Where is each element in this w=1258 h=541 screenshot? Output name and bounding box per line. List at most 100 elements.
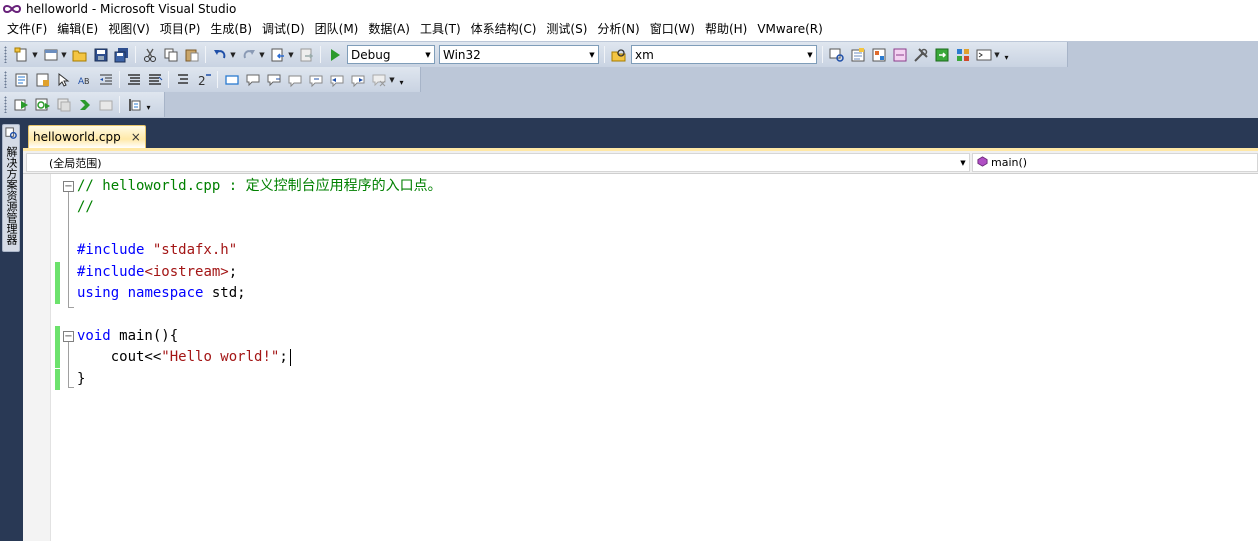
build-project-icon[interactable] (75, 95, 94, 114)
chevron-down-icon[interactable]: ▼ (288, 45, 294, 64)
code-line[interactable]: void main(){ (77, 326, 178, 347)
find-input[interactable]: xm ▼ (631, 45, 817, 64)
build-solution-icon[interactable] (12, 95, 31, 114)
scope-select[interactable]: (全局范围) ▼ (26, 153, 970, 172)
display-parameter-info-icon[interactable] (33, 70, 52, 89)
menu-file[interactable]: 文件(F) (2, 18, 52, 40)
previous-bookmark-in-folder-icon[interactable] (285, 70, 304, 89)
build-configuration-icon[interactable] (124, 95, 143, 114)
find-input-value: xm (635, 47, 654, 62)
menu-help[interactable]: 帮助(H) (700, 18, 752, 40)
toolbar-grip[interactable] (4, 46, 7, 63)
navigate-forward-icon[interactable] (297, 45, 316, 64)
start-page-icon[interactable] (932, 45, 951, 64)
code-line[interactable]: #include<iostream>; (77, 262, 237, 283)
tools-settings-icon[interactable] (911, 45, 930, 64)
toolbar-overflow-icon[interactable]: ▾ (1002, 45, 1011, 64)
comment-bubble-icon[interactable] (243, 70, 262, 89)
close-icon[interactable]: × (131, 130, 141, 144)
toolbar-grip[interactable] (4, 71, 7, 88)
menu-window[interactable]: 窗口(W) (645, 18, 700, 40)
menu-edit[interactable]: 编辑(E) (52, 18, 103, 40)
menu-architecture[interactable]: 体系结构(C) (466, 18, 542, 40)
menu-tools[interactable]: 工具(T) (415, 18, 466, 40)
toolbox-icon[interactable] (890, 45, 909, 64)
decrease-indent-icon[interactable] (96, 70, 115, 89)
menu-project[interactable]: 项目(P) (155, 18, 206, 40)
menu-build[interactable]: 生成(B) (205, 18, 257, 40)
chevron-down-icon[interactable]: ▼ (994, 45, 1000, 64)
solution-explorer-icon[interactable] (827, 45, 846, 64)
start-debugging-icon[interactable] (325, 45, 344, 64)
previous-bookmark-in-document-icon[interactable] (327, 70, 346, 89)
menu-bar: 文件(F) 编辑(E) 视图(V) 项目(P) 生成(B) 调试(D) 团队(M… (0, 17, 1258, 41)
member-select[interactable]: main() (972, 153, 1258, 172)
code-line[interactable]: using namespace std; (77, 283, 246, 304)
menu-test[interactable]: 测试(S) (541, 18, 592, 40)
document-tab-helloworld[interactable]: helloworld.cpp × (28, 125, 146, 148)
next-bookmark-in-folder-icon[interactable] (306, 70, 325, 89)
clear-bookmarks-icon[interactable] (369, 70, 388, 89)
rebuild-solution-icon[interactable] (33, 95, 52, 114)
cancel-build-icon[interactable] (96, 95, 115, 114)
toggle-bookmark-icon[interactable] (173, 70, 192, 89)
save-all-icon[interactable] (112, 45, 131, 64)
paste-icon[interactable] (182, 45, 201, 64)
chevron-down-icon[interactable]: ▼ (422, 46, 434, 63)
code-line[interactable]: cout<<"Hello world!"; (77, 347, 288, 368)
previous-bookmark-icon[interactable]: 2 (194, 70, 213, 89)
chevron-down-icon[interactable]: ▼ (259, 45, 265, 64)
extension-manager-icon[interactable] (953, 45, 972, 64)
chevron-down-icon[interactable]: ▼ (804, 46, 816, 63)
solution-platform-select[interactable]: Win32 ▼ (439, 45, 599, 64)
toolbar-overflow-icon[interactable]: ▾ (144, 95, 153, 114)
code-line[interactable]: } (77, 369, 85, 390)
menu-view[interactable]: 视图(V) (103, 18, 155, 40)
menu-vmware[interactable]: VMware(R) (752, 18, 827, 40)
bookmark-window-icon[interactable] (222, 70, 241, 89)
new-project-icon[interactable] (12, 45, 31, 64)
menu-analyze[interactable]: 分析(N) (592, 18, 644, 40)
chevron-down-icon[interactable]: ▼ (586, 46, 598, 63)
copy-icon[interactable] (161, 45, 180, 64)
find-in-files-icon[interactable] (609, 45, 628, 64)
build-selection-icon[interactable] (54, 95, 73, 114)
toolbar-grip[interactable] (4, 96, 7, 113)
object-browser-icon[interactable] (869, 45, 888, 64)
navigate-backward-icon[interactable] (268, 45, 287, 64)
visual-studio-logo-icon (2, 3, 22, 15)
redo-icon[interactable] (239, 45, 258, 64)
code-line[interactable]: // (77, 197, 94, 218)
display-word-completion-icon[interactable]: AB (75, 70, 94, 89)
save-icon[interactable] (91, 45, 110, 64)
indicator-margin[interactable] (23, 174, 51, 541)
command-window-icon[interactable] (974, 45, 993, 64)
properties-icon[interactable] (848, 45, 867, 64)
code-line[interactable]: #include "stdafx.h" (77, 240, 237, 261)
menu-team[interactable]: 团队(M) (310, 18, 364, 40)
next-bookmark-icon[interactable] (264, 70, 283, 89)
chevron-down-icon[interactable]: ▼ (61, 45, 67, 64)
display-object-member-list-icon[interactable] (12, 70, 31, 89)
next-bookmark-in-document-icon[interactable] (348, 70, 367, 89)
open-file-icon[interactable] (70, 45, 89, 64)
chevron-down-icon[interactable]: ▼ (230, 45, 236, 64)
collapse-outline-icon[interactable]: − (63, 330, 74, 342)
chevron-down-icon[interactable]: ▼ (32, 45, 38, 64)
chevron-down-icon[interactable]: ▼ (957, 159, 969, 167)
menu-data[interactable]: 数据(A) (363, 18, 415, 40)
comment-out-lines-icon[interactable] (124, 70, 143, 89)
add-item-icon[interactable] (41, 45, 60, 64)
collapse-outline-icon[interactable]: − (63, 181, 74, 192)
chevron-down-icon[interactable]: ▼ (389, 70, 395, 89)
solution-configuration-select[interactable]: Debug ▼ (347, 45, 435, 64)
uncomment-lines-icon[interactable] (145, 70, 164, 89)
display-quick-info-icon[interactable] (54, 70, 73, 89)
solution-explorer-tab[interactable]: 解决方案资源管理器 (2, 124, 20, 252)
code-line[interactable]: // helloworld.cpp : 定义控制台应用程序的入口点。 (77, 176, 442, 197)
toolbar-overflow-icon[interactable]: ▾ (397, 70, 406, 89)
undo-icon[interactable] (210, 45, 229, 64)
cut-icon[interactable] (140, 45, 159, 64)
code-editor[interactable]: // helloworld.cpp : 定义控制台应用程序的入口点。 // #inc… (23, 174, 1258, 541)
menu-debug[interactable]: 调试(D) (257, 18, 310, 40)
